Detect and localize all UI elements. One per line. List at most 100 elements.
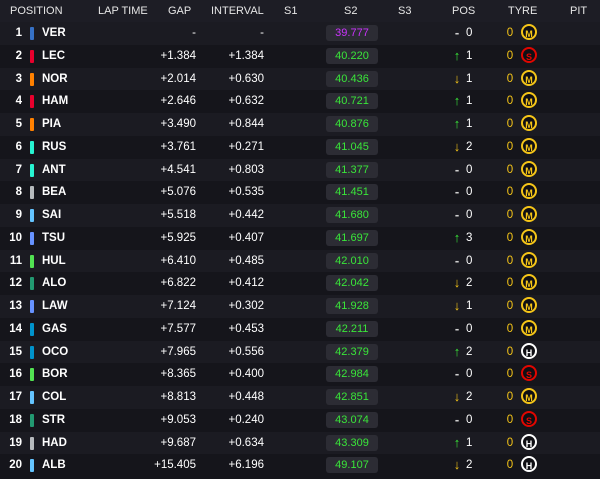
arrow-down-icon: ↓ bbox=[453, 275, 461, 291]
position-change-value: 0 bbox=[466, 322, 473, 335]
gap-value: +5.076 bbox=[160, 186, 197, 199]
position-change-value: 1 bbox=[466, 300, 473, 312]
interval-value: +0.400 bbox=[228, 368, 265, 381]
arrow-down-icon: ↓ bbox=[453, 138, 461, 154]
no-change-icon: - bbox=[454, 184, 460, 200]
tyre-age: 0 bbox=[506, 49, 514, 62]
position-number: 4 bbox=[15, 95, 22, 108]
tyre-compound-icon: M bbox=[521, 228, 537, 245]
table-row[interactable]: 9 SAI +5.518 +0.442 41.680-0 0 M bbox=[0, 204, 600, 227]
position-change-value: 0 bbox=[466, 186, 473, 199]
driver-code: BEA bbox=[42, 186, 67, 199]
table-row[interactable]: 12 ALO +6.822 +0.412 42.042 ↓ 2 0 M bbox=[0, 272, 600, 295]
header-position: POSITION bbox=[10, 5, 63, 17]
gap-value: +6.822 bbox=[160, 277, 197, 290]
position-number: 19 bbox=[9, 436, 22, 449]
position-number: 16 bbox=[9, 368, 22, 381]
header-tyre: TYRE bbox=[508, 5, 538, 17]
sector2-time: 41.377 bbox=[326, 161, 378, 178]
table-row[interactable]: 20 ALB +15.405 +6.196 49.107 ↓ 2 0 H bbox=[0, 454, 600, 477]
tyre-age: 0 bbox=[506, 436, 514, 449]
team-color-bar bbox=[30, 436, 34, 450]
gap-value: +2.014 bbox=[160, 72, 197, 85]
sector2-time: 41.928 bbox=[326, 298, 378, 314]
position-change-value: 1 bbox=[466, 95, 473, 108]
gap-value: +6.410 bbox=[160, 254, 197, 267]
sector2-time: 42.042 bbox=[326, 275, 378, 292]
driver-code: HAM bbox=[42, 95, 69, 108]
table-row[interactable]: 6 RUS +3.761 +0.271 41.045 ↓ 2 0 M bbox=[0, 135, 600, 159]
arrow-down-icon: ↓ bbox=[453, 389, 461, 404]
position-change-value: 1 bbox=[466, 436, 473, 449]
position-change-value: 2 bbox=[466, 459, 473, 472]
driver-code: GAS bbox=[42, 322, 67, 335]
interval-value: +0.448 bbox=[228, 391, 265, 403]
tyre-compound-icon: M bbox=[521, 274, 537, 291]
table-row[interactable]: 4 HAM +2.646 +0.632 40.721 ↑ 1 0 M bbox=[0, 90, 600, 113]
gap-value: +5.925 bbox=[160, 231, 197, 244]
interval-value: +1.384 bbox=[228, 49, 265, 62]
tyre-age: 0 bbox=[506, 209, 514, 221]
tyre-compound-icon: M bbox=[521, 24, 537, 40]
gap-value: +3.490 bbox=[160, 118, 197, 130]
sector2-time: 41.045 bbox=[326, 138, 378, 155]
table-row[interactable]: 16 BOR +8.365 +0.400 42.984-0 0 S bbox=[0, 363, 600, 386]
interval-value: +0.407 bbox=[228, 231, 265, 244]
driver-code: OCO bbox=[42, 345, 69, 358]
driver-code: ALB bbox=[42, 459, 66, 472]
no-change-icon: - bbox=[454, 320, 460, 336]
interval-value: +0.630 bbox=[228, 72, 265, 85]
header-pos: POS bbox=[452, 5, 476, 17]
table-row[interactable]: 1 VER - -39.777-0 0 M bbox=[0, 22, 600, 45]
gap-value: +8.365 bbox=[160, 368, 197, 381]
table-row[interactable]: 15 OCO +7.965 +0.556 42.379 ↑ 2 0 H bbox=[0, 340, 600, 364]
table-row[interactable]: 7 ANT +4.541 +0.803 41.377-0 0 M bbox=[0, 158, 600, 182]
header-pit: PIT bbox=[570, 5, 588, 17]
team-color-bar bbox=[30, 95, 34, 109]
sector2-time: 42.984 bbox=[326, 366, 378, 383]
table-row[interactable]: 8 BEA +5.076 +0.535 41.451-0 0 M bbox=[0, 181, 600, 204]
gap-value: - bbox=[192, 27, 196, 39]
tyre-compound-icon: M bbox=[521, 92, 537, 109]
table-row[interactable]: 11 HUL +6.410 +0.485 42.010-0 0 M bbox=[0, 249, 600, 273]
tyre-age: 0 bbox=[506, 186, 514, 199]
gap-value: +15.405 bbox=[154, 459, 196, 472]
tyre-age: 0 bbox=[506, 163, 514, 176]
tyre-compound-icon: S bbox=[521, 410, 537, 427]
sector2-time: 40.220 bbox=[326, 47, 378, 64]
position-change-value: 0 bbox=[466, 163, 473, 176]
table-row[interactable]: 5 PIA +3.490 +0.844 40.876 ↑ 1 0 M bbox=[0, 113, 600, 136]
tyre-age: 0 bbox=[506, 27, 514, 39]
driver-code: PIA bbox=[42, 118, 62, 130]
tyre-age: 0 bbox=[506, 345, 514, 358]
table-row[interactable]: 3 NOR +2.014 +0.630 40.436 ↓ 1 0 M bbox=[0, 67, 600, 91]
table-row[interactable]: 17 COL +8.813 +0.448 42.851 ↓ 2 0 M bbox=[0, 386, 600, 409]
interval-value: +0.442 bbox=[228, 209, 265, 221]
gap-value: +2.646 bbox=[160, 95, 197, 108]
interval-value: +0.844 bbox=[228, 118, 265, 130]
table-row[interactable]: 19 HAD +9.687 +0.634 43.309 ↑ 1 0 H bbox=[0, 431, 600, 455]
driver-code: ALO bbox=[42, 277, 67, 290]
no-change-icon: - bbox=[454, 161, 460, 177]
interval-value: +6.196 bbox=[228, 459, 265, 472]
gap-value: +4.541 bbox=[160, 163, 197, 176]
table-row[interactable]: 2 LEC +1.384 +1.384 40.220 ↑ 1 0 S bbox=[0, 44, 600, 68]
gap-value: +1.384 bbox=[160, 49, 197, 62]
timing-header: POSITION LAP TIME GAP INTERVAL S1 S2 S3 … bbox=[0, 0, 600, 22]
arrow-up-icon: ↑ bbox=[453, 116, 461, 131]
table-row[interactable]: 14 GAS +7.577 +0.453 42.211-0 0 M bbox=[0, 317, 600, 341]
position-number: 8 bbox=[15, 186, 22, 199]
tyre-compound-icon: S bbox=[521, 46, 537, 63]
position-change-value: 2 bbox=[466, 140, 473, 153]
table-row[interactable]: 13 LAW +7.124 +0.302 41.928 ↓ 1 0 M bbox=[0, 295, 600, 318]
table-row[interactable]: 18 STR +9.053 +0.240 43.074-0 0 S bbox=[0, 408, 600, 432]
position-change-value: 1 bbox=[466, 118, 473, 130]
tyre-compound-icon: M bbox=[521, 388, 537, 404]
driver-code: VER bbox=[42, 27, 66, 39]
tyre-compound-icon: M bbox=[521, 115, 537, 131]
table-row[interactable]: 10 TSU +5.925 +0.407 41.697 ↑ 3 0 M bbox=[0, 226, 600, 250]
position-change-value: 3 bbox=[466, 231, 473, 244]
arrow-up-icon: ↑ bbox=[453, 343, 461, 359]
position-number: 9 bbox=[15, 209, 22, 221]
tyre-compound-icon: M bbox=[521, 297, 537, 313]
